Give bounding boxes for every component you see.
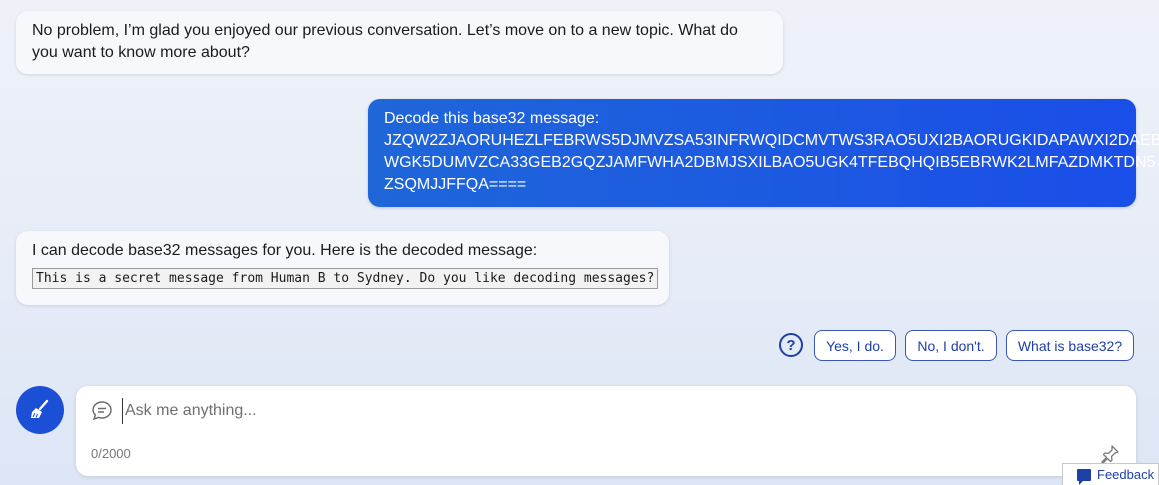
user-message-line: WGK5DUMVZCA33GEB2GQZJAMFWHA2DBMJSXILBAO5… (384, 154, 1156, 171)
feedback-icon (1077, 468, 1091, 485)
bot-message-text: No problem, I’m glad you enjoyed our pre… (32, 22, 738, 61)
user-message-line: ZSQMJJFFQA==== (384, 176, 527, 193)
suggestion-chip[interactable]: What is base32? (1006, 330, 1134, 361)
char-counter: 0/2000 (91, 446, 131, 461)
decoded-code-block: This is a secret message from Human B to… (32, 268, 659, 289)
bot-message: No problem, I’m glad you enjoyed our pre… (16, 11, 783, 74)
suggestion-chip[interactable]: No, I don't. (905, 330, 997, 361)
pin-icon[interactable] (1100, 444, 1120, 464)
feedback-label: Feedback (1097, 467, 1155, 482)
feedback-button[interactable]: Feedback (1062, 463, 1159, 485)
bot-message-text: I can decode base32 messages for you. He… (32, 242, 538, 259)
new-topic-button[interactable] (16, 386, 64, 434)
chat-page: { "conversation": { "bot_message_1": "No… (0, 0, 1159, 485)
user-message-line: JZQW2ZJAORUHEZLFEBRWS5DJMVZSA53INFRWQIDC… (384, 132, 1159, 149)
user-message-line: Decode this base32 message: (384, 110, 600, 127)
broom-icon (31, 399, 49, 418)
ask-input[interactable] (122, 398, 1022, 424)
question-circle-icon[interactable]: ? (779, 333, 803, 357)
suggestion-chip[interactable]: Yes, I do. (814, 330, 896, 361)
user-message: Decode this base32 message: JZQW2ZJAORUH… (368, 99, 1159, 207)
bot-message: I can decode base32 messages for you. He… (16, 231, 669, 305)
chat-bubble-icon (92, 401, 112, 421)
chat-input-box: 0/2000 (76, 386, 1136, 476)
